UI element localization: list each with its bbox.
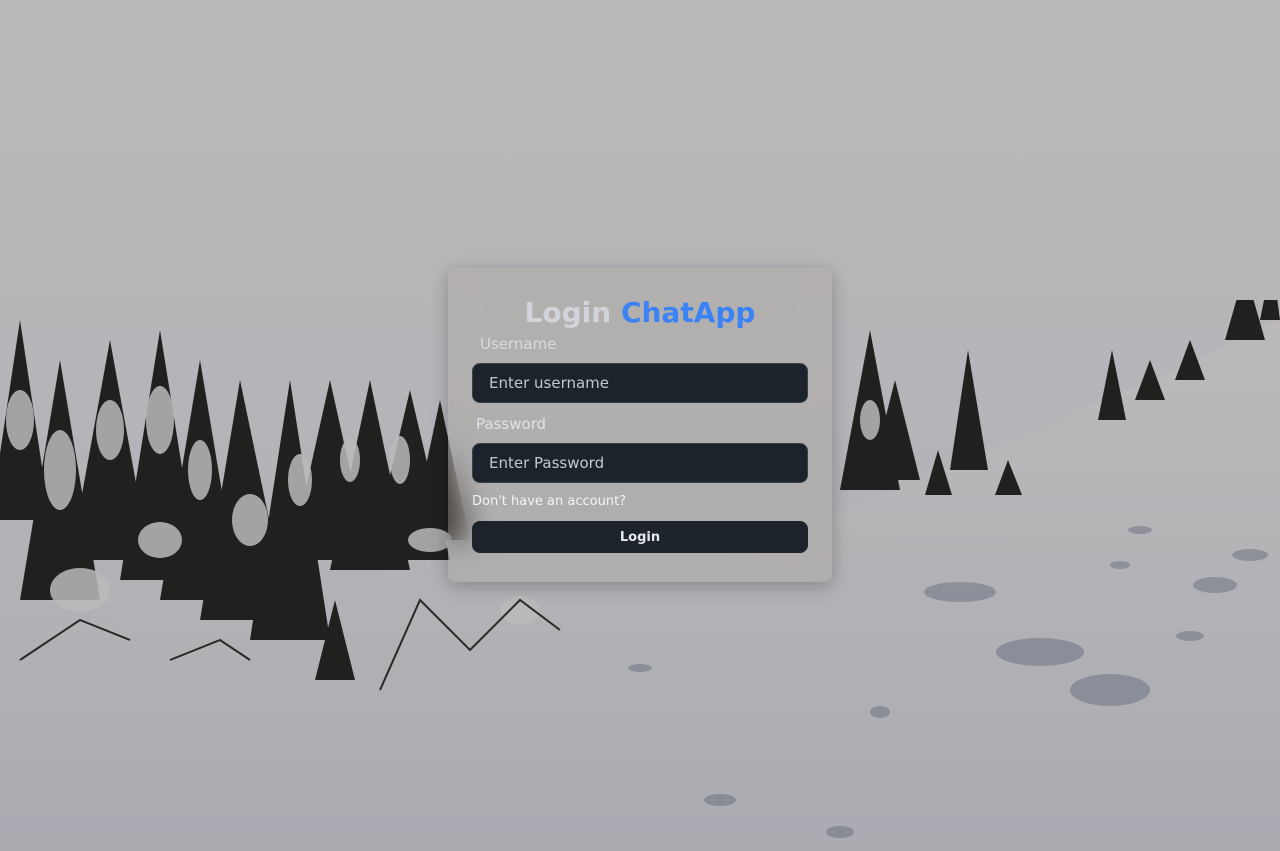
login-button[interactable]: Login (472, 521, 808, 553)
brand-name: ChatApp (620, 296, 756, 329)
password-input[interactable] (472, 443, 808, 483)
login-title: Login ChatApp (472, 296, 808, 330)
password-label: Password (476, 415, 547, 433)
login-card: Login ChatApp Username Password Don't ha… (448, 268, 832, 582)
signup-link[interactable]: Don't have an account? (472, 493, 626, 511)
title-prefix: Login (524, 296, 612, 329)
username-input[interactable] (472, 363, 808, 403)
username-label: Username (480, 335, 557, 353)
login-page: Login ChatApp Username Password Don't ha… (0, 0, 1280, 851)
